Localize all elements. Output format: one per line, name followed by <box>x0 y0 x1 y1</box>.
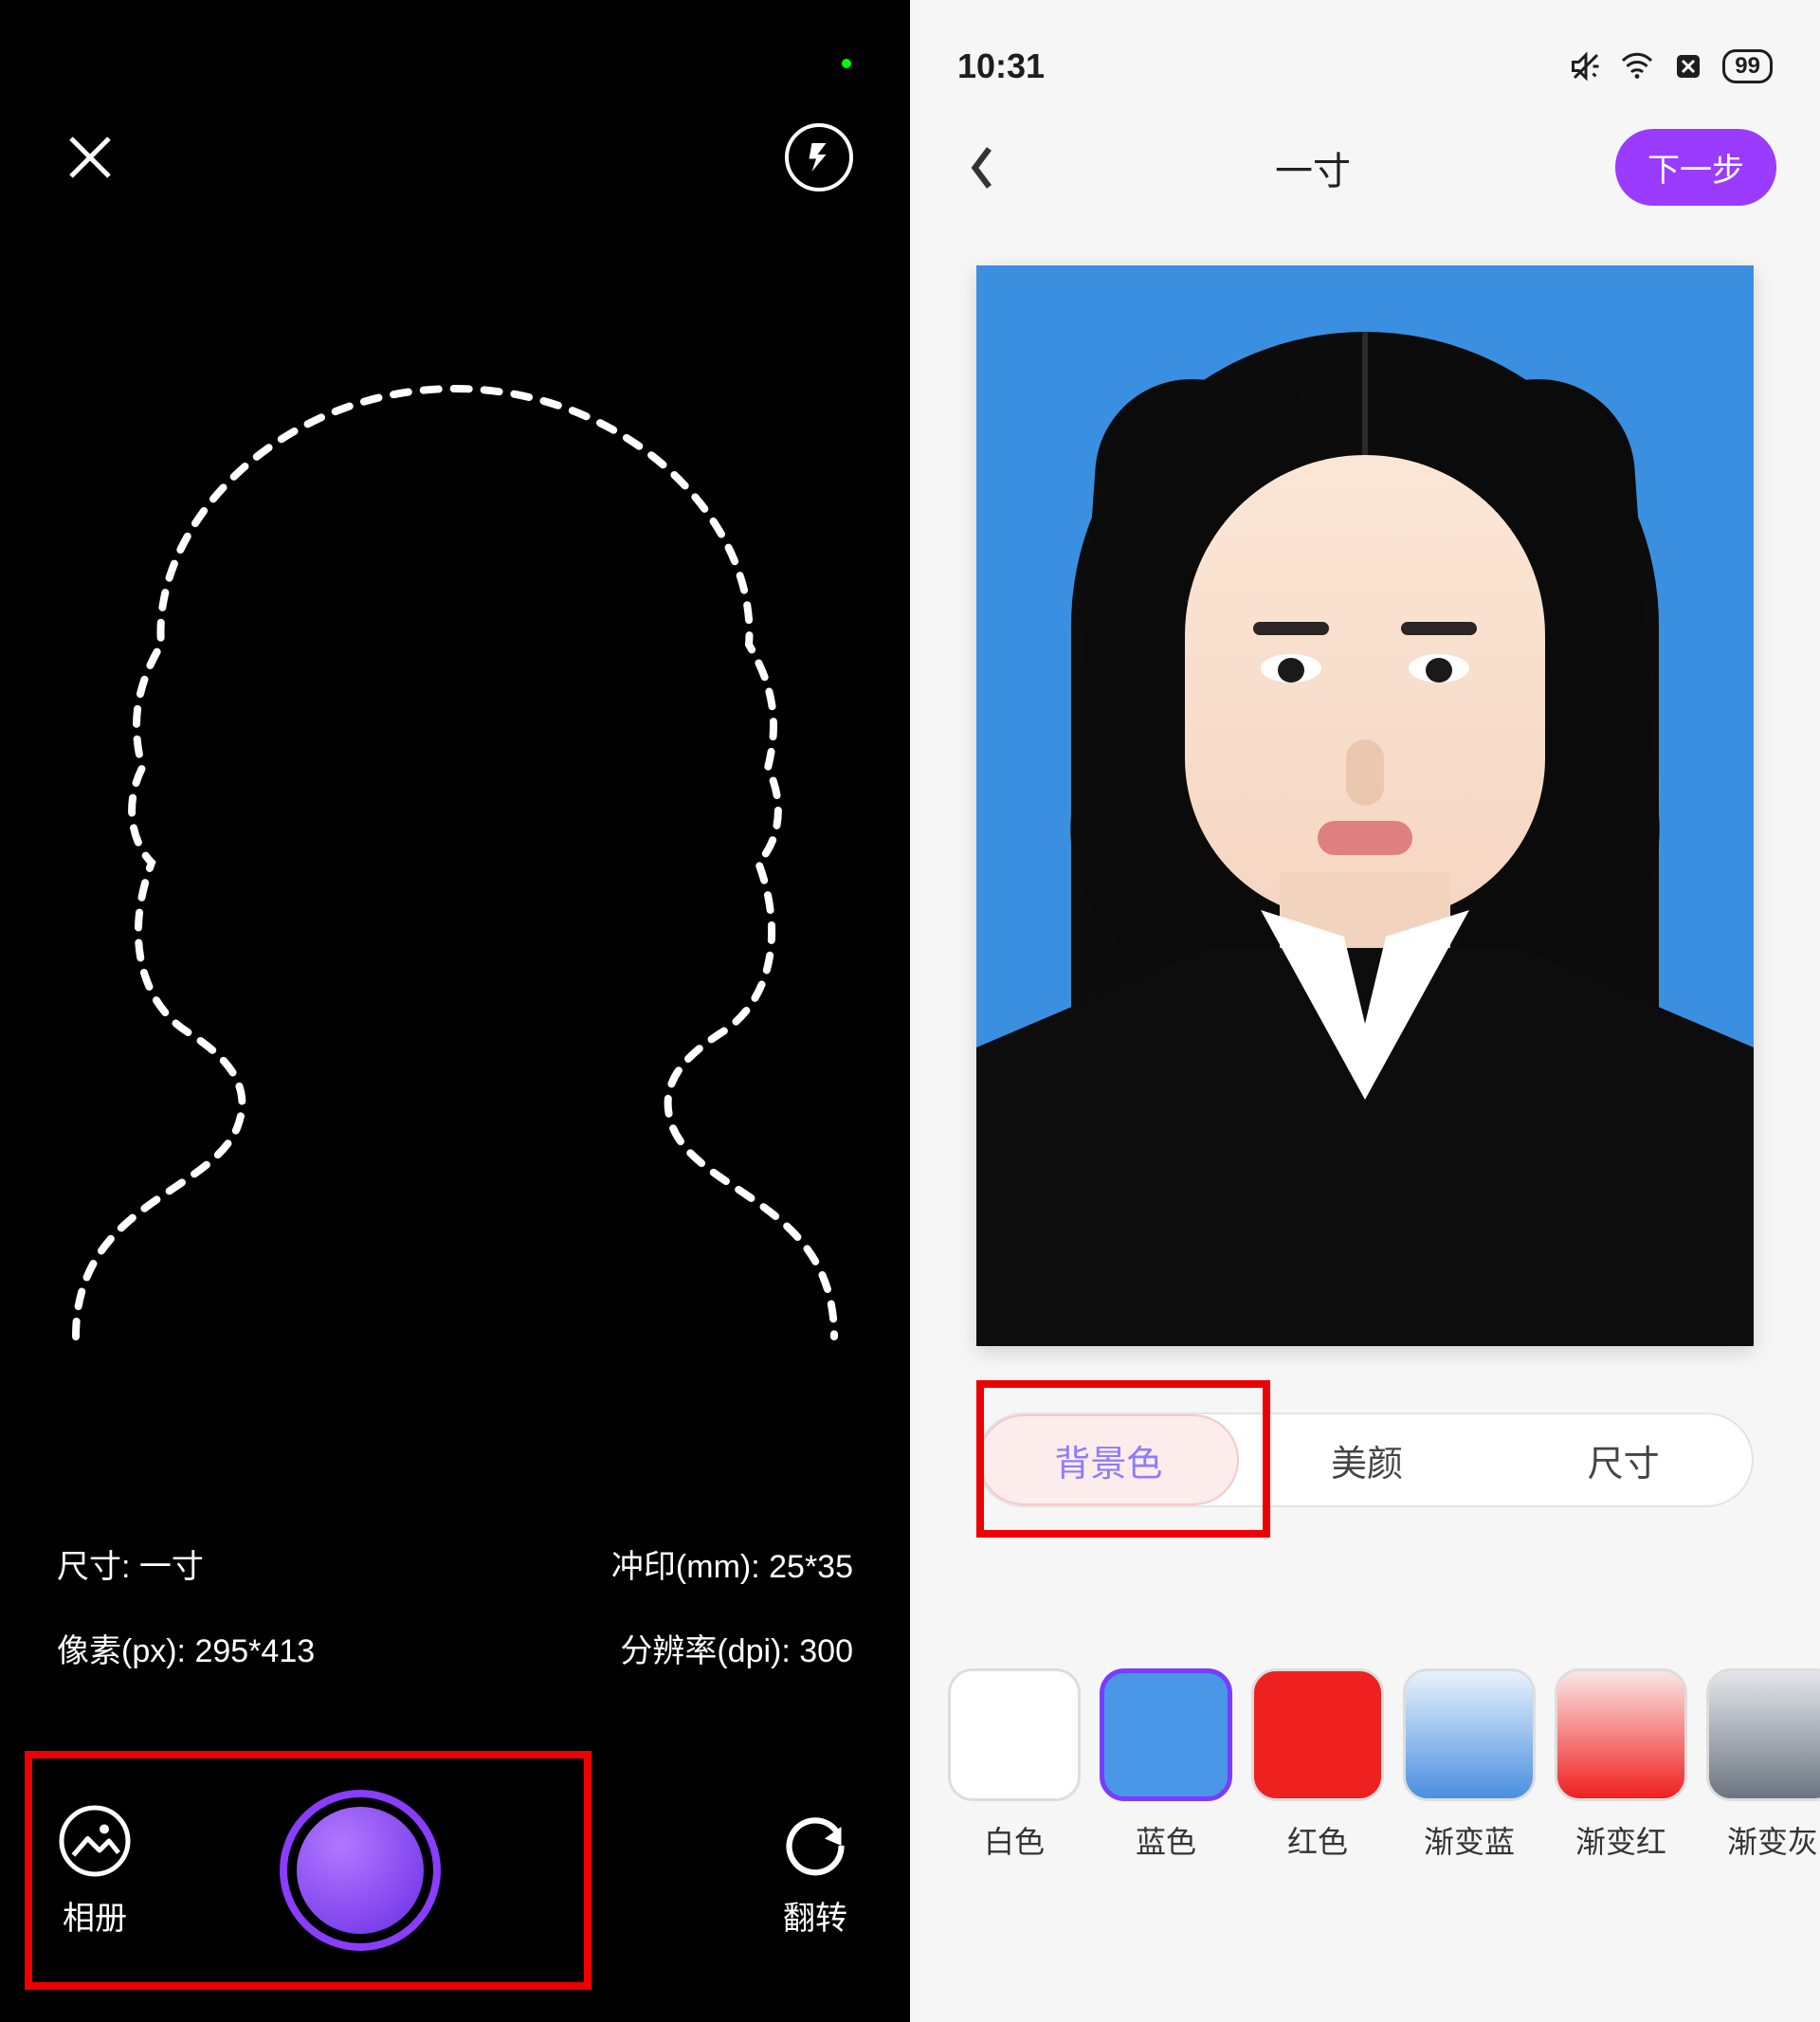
color-chip-gradient-red <box>1555 1668 1687 1801</box>
editor-screen: 10:31 99 一寸 下一步 <box>910 0 1820 2022</box>
swatch-blue[interactable]: 蓝色 <box>1100 1668 1232 1862</box>
status-icons: 99 <box>1569 49 1773 83</box>
background-color-swatches: 白色 蓝色 红色 渐变蓝 渐变红 渐变灰 <box>948 1668 1820 1862</box>
tab-size[interactable]: 尺寸 <box>1495 1434 1752 1486</box>
image-icon <box>57 1803 133 1879</box>
dpi-spec: 分辨率(dpi): 300 <box>620 1625 853 1671</box>
swatch-gradient-red[interactable]: 渐变红 <box>1555 1668 1687 1862</box>
swatch-white[interactable]: 白色 <box>948 1668 1081 1862</box>
size-spec: 尺寸: 一寸 <box>57 1540 204 1587</box>
album-label: 相册 <box>63 1892 127 1939</box>
color-chip-blue <box>1100 1668 1232 1801</box>
chevron-left-icon <box>965 144 999 191</box>
wifi-icon <box>1620 49 1654 83</box>
status-time: 10:31 <box>957 46 1045 86</box>
id-photo-preview <box>976 265 1754 1346</box>
close-button[interactable] <box>57 124 123 191</box>
color-chip-white <box>948 1668 1081 1801</box>
camera-screen: 尺寸: 一寸 冲印(mm): 25*35 像素(px): 295*413 分辨率… <box>0 0 910 2022</box>
status-bar: 10:31 99 <box>910 38 1820 95</box>
flash-icon <box>802 140 836 174</box>
print-spec: 冲印(mm): 25*35 <box>611 1540 853 1587</box>
mute-icon <box>1569 49 1603 83</box>
face-guide-outline <box>0 351 910 1356</box>
color-chip-gradient-gray <box>1706 1668 1820 1801</box>
shutter-icon <box>297 1807 424 1934</box>
color-chip-red <box>1251 1668 1384 1801</box>
portrait-suit <box>976 948 1754 1346</box>
back-button[interactable] <box>954 139 1010 196</box>
shutter-button[interactable] <box>280 1790 441 1951</box>
close-icon <box>66 134 114 181</box>
photo-specs: 尺寸: 一寸 冲印(mm): 25*35 像素(px): 295*413 分辨率… <box>0 1540 910 1709</box>
tab-beauty[interactable]: 美颜 <box>1239 1434 1496 1486</box>
status-dot <box>842 59 851 68</box>
swatch-red[interactable]: 红色 <box>1251 1668 1384 1862</box>
editor-tabs: 背景色 美颜 尺寸 <box>976 1412 1754 1507</box>
portrait-face <box>1185 455 1545 920</box>
editor-topbar: 一寸 下一步 <box>910 129 1820 206</box>
flip-camera-button[interactable]: 翻转 <box>777 1803 853 1939</box>
swatch-gradient-blue[interactable]: 渐变蓝 <box>1403 1668 1536 1862</box>
no-sim-icon <box>1671 49 1705 83</box>
page-title: 一寸 <box>1275 140 1351 195</box>
camera-bottom-bar: 相册 翻转 <box>0 1757 910 1984</box>
flash-button[interactable] <box>785 123 853 191</box>
flip-icon <box>777 1803 853 1879</box>
camera-topbar <box>0 123 910 191</box>
swatch-gradient-gray[interactable]: 渐变灰 <box>1706 1668 1820 1862</box>
flip-label: 翻转 <box>783 1892 847 1939</box>
next-button[interactable]: 下一步 <box>1615 129 1776 206</box>
tab-background[interactable]: 背景色 <box>978 1414 1239 1505</box>
color-chip-gradient-blue <box>1403 1668 1536 1801</box>
battery-level: 99 <box>1722 49 1773 83</box>
album-button[interactable]: 相册 <box>57 1803 133 1939</box>
pixel-spec: 像素(px): 295*413 <box>57 1625 315 1671</box>
